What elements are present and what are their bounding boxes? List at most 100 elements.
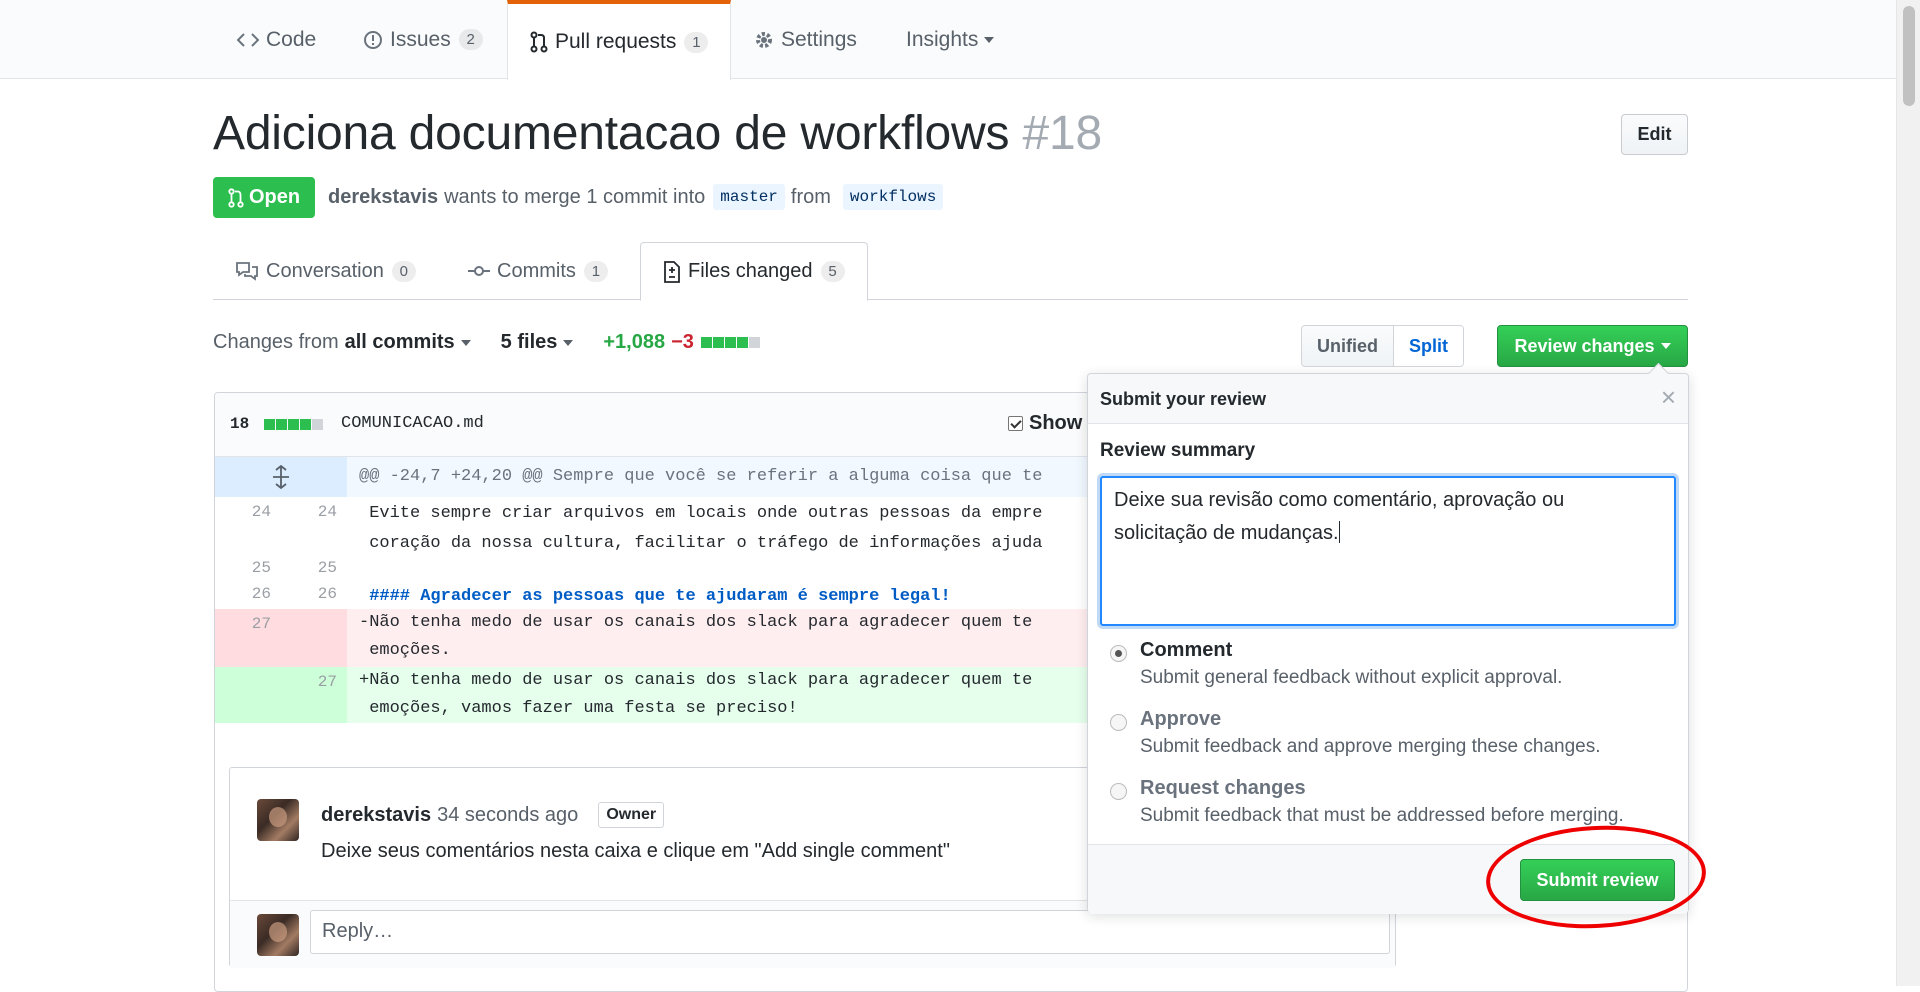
- popup-header: Submit your review ×: [1088, 374, 1688, 424]
- line-code-cont: emoções, vamos fazer uma festa se precis…: [359, 699, 798, 718]
- reply-input[interactable]: Reply…: [310, 910, 1390, 954]
- tab-files-changed-label: Files changed: [688, 260, 813, 282]
- submit-review-button[interactable]: Submit review: [1520, 859, 1675, 901]
- changes-from-select[interactable]: all commits: [345, 331, 455, 354]
- chevron-down-icon: [984, 36, 995, 43]
- submit-review-popup: Submit your review × Review summary Deix…: [1087, 373, 1689, 914]
- review-summary-textarea[interactable]: Deixe sua revisão como comentário, aprov…: [1100, 476, 1676, 626]
- tab-code-label: Code: [266, 27, 317, 51]
- popup-footer: Submit review: [1088, 844, 1688, 914]
- file-name[interactable]: COMUNICACAO.md: [341, 414, 484, 433]
- line-number-new[interactable]: 27: [281, 667, 347, 723]
- head-branch[interactable]: workflows: [842, 184, 944, 210]
- author-link[interactable]: derekstavis: [328, 186, 438, 209]
- pr-meta: derekstavis wants to merge 1 commit into…: [328, 184, 949, 210]
- radio-approve[interactable]: [1110, 714, 1127, 731]
- option-request-changes-desc: Submit feedback that must be addressed b…: [1140, 805, 1624, 826]
- page-scrollbar[interactable]: [1896, 0, 1920, 986]
- commit-icon: [468, 264, 490, 278]
- file-diff-icon: [663, 260, 681, 283]
- files-select[interactable]: 5 files: [501, 331, 558, 354]
- edit-button[interactable]: Edit: [1621, 114, 1688, 155]
- status-label: Open: [248, 186, 301, 208]
- line-code: #### Agradecer as pessoas que te ajudara…: [359, 587, 951, 606]
- tab-insights[interactable]: Insights: [906, 0, 995, 79]
- line-number-old[interactable]: 27: [215, 609, 281, 667]
- diff-toolbar: Changes from all commits 5 files +1,088 …: [213, 331, 761, 354]
- file-changes-count: 18: [230, 415, 250, 433]
- pr-tabs: Conversation 0 Commits 1 Files changed 5: [213, 242, 1688, 301]
- review-summary-label: Review summary: [1100, 440, 1256, 461]
- diff-view-toggle: Unified Split: [1301, 325, 1464, 367]
- conversation-count: 0: [391, 260, 416, 282]
- line-code: Evite sempre criar arquivos em locais on…: [359, 504, 1043, 523]
- tab-commits[interactable]: Commits 1: [468, 242, 608, 300]
- pr-title: Adiciona documentacao de workflows: [213, 107, 1010, 160]
- avatar: [257, 914, 299, 956]
- tab-conversation[interactable]: Conversation 0: [235, 242, 416, 300]
- show-label: Show: [1029, 412, 1083, 434]
- comment-body: Deixe seus comentários nesta caixa e cli…: [321, 840, 950, 862]
- tab-settings-label: Settings: [781, 27, 857, 51]
- pull-requests-count: 1: [684, 31, 709, 53]
- tab-issues[interactable]: Issues 2: [363, 0, 483, 79]
- base-branch[interactable]: master: [713, 184, 785, 210]
- chevron-down-icon: [1660, 343, 1671, 349]
- chevron-down-icon: [460, 339, 471, 346]
- option-comment-desc: Submit general feedback without explicit…: [1140, 667, 1563, 688]
- issues-count: 2: [458, 29, 483, 50]
- option-comment-title: Comment: [1140, 639, 1233, 661]
- close-icon[interactable]: ×: [1661, 384, 1676, 410]
- line-number-new[interactable]: 26: [281, 583, 347, 609]
- avatar[interactable]: [257, 799, 299, 841]
- unified-button[interactable]: Unified: [1302, 326, 1393, 366]
- line-code: coração da nossa cultura, facilitar o tr…: [359, 534, 1043, 553]
- hunk-text: @@ -24,7 +24,20 @@ Sempre que você se re…: [359, 467, 1043, 486]
- tab-files-changed[interactable]: Files changed 5: [640, 242, 868, 301]
- pull-request-icon: [530, 31, 548, 53]
- line-code: -Não tenha medo de usar os canais dos sl…: [359, 613, 1033, 632]
- expand-icon[interactable]: [215, 457, 347, 497]
- comment-time[interactable]: 34 seconds ago: [437, 804, 578, 827]
- tab-issues-label: Issues: [390, 27, 451, 51]
- comment-header: derekstavis 34 seconds ago Owner: [321, 802, 665, 828]
- repo-nav: Code Issues 2 Pull requests 1 Settings I…: [0, 0, 1896, 80]
- pull-request-icon: [228, 187, 244, 208]
- line-number-new[interactable]: 24: [281, 497, 347, 529]
- line-number-old[interactable]: 26: [215, 583, 281, 609]
- chevron-down-icon: [563, 339, 574, 346]
- radio-request-changes[interactable]: [1110, 783, 1127, 800]
- checkbox-checked-icon[interactable]: [1008, 416, 1023, 431]
- option-approve-title: Approve: [1140, 708, 1222, 730]
- merge-text: wants to merge 1 commit into: [444, 185, 706, 208]
- line-number-new[interactable]: [281, 609, 347, 667]
- option-approve-desc: Submit feedback and approve merging thes…: [1140, 736, 1601, 757]
- line-number-old[interactable]: [215, 667, 281, 723]
- commits-count: 1: [583, 260, 608, 282]
- file-diffstat-blocks: [264, 419, 324, 430]
- show-toggle[interactable]: Show: [1008, 412, 1082, 435]
- split-button[interactable]: Split: [1393, 326, 1463, 366]
- diffstat-blocks: [700, 337, 761, 348]
- tab-settings[interactable]: Settings: [754, 0, 857, 79]
- tab-pull-requests[interactable]: Pull requests 1: [507, 0, 732, 80]
- comment-discussion-icon: [235, 261, 259, 281]
- tab-conversation-label: Conversation: [266, 259, 384, 282]
- owner-badge: Owner: [598, 802, 665, 828]
- review-changes-button[interactable]: Review changes: [1497, 325, 1688, 367]
- scrollbar-thumb[interactable]: [1903, 6, 1915, 106]
- radio-comment[interactable]: [1110, 645, 1127, 662]
- deletions-count: −3: [671, 331, 694, 353]
- changes-from-prefix: Changes from: [213, 331, 339, 353]
- line-number-old[interactable]: 25: [215, 557, 281, 583]
- line-number-old[interactable]: 24: [215, 497, 281, 529]
- line-number-new[interactable]: 25: [281, 557, 347, 583]
- popup-title: Submit your review: [1100, 389, 1267, 409]
- review-summary-text: Deixe sua revisão como comentário, aprov…: [1114, 489, 1570, 544]
- status-badge: Open: [213, 177, 315, 218]
- text-cursor: [1338, 521, 1340, 543]
- line-code-cont: emoções.: [359, 641, 451, 660]
- comment-author[interactable]: derekstavis: [321, 804, 431, 827]
- tab-code[interactable]: Code: [237, 0, 316, 79]
- tab-insights-label: Insights: [906, 27, 979, 51]
